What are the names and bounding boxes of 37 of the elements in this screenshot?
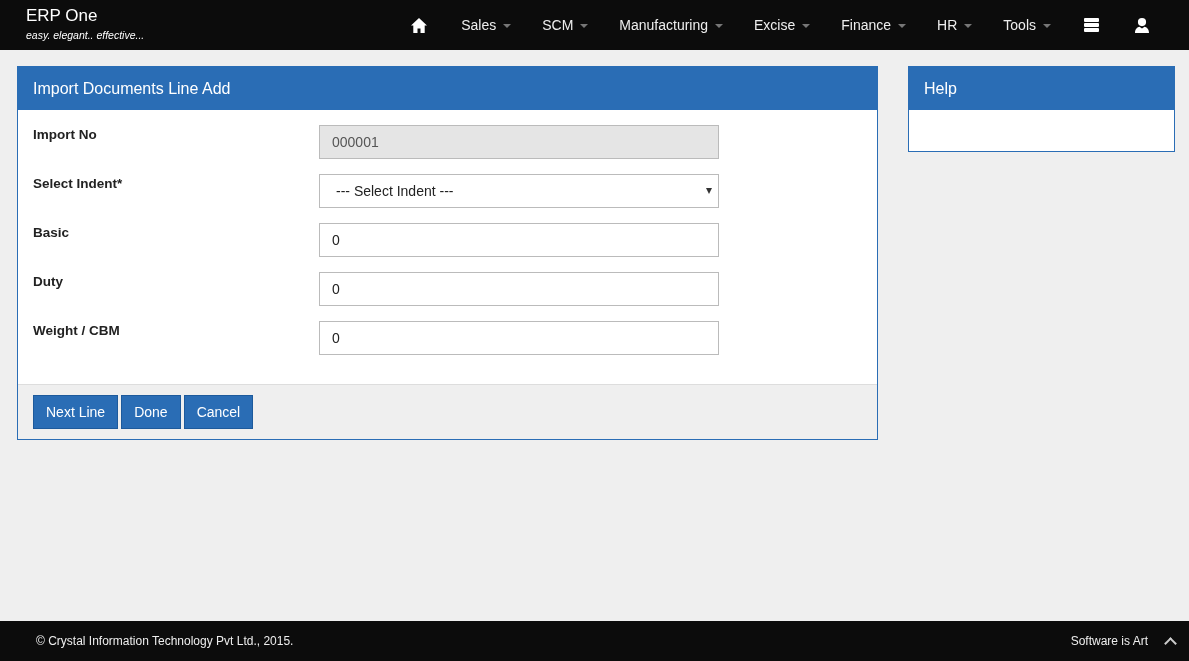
- field-label: Duty: [33, 273, 64, 291]
- caret-icon: [503, 24, 512, 29]
- nav-menu-link[interactable]: Manufacturing: [603, 17, 739, 33]
- caret-icon: [715, 24, 724, 29]
- server-icon[interactable]: [1084, 18, 1099, 32]
- form-button[interactable]: Cancel: [183, 395, 254, 429]
- nav-menu-link[interactable]: Finance: [825, 17, 922, 33]
- copyright-text: © Crystal Information Technology Pvt Ltd., 2015.: [36, 634, 295, 648]
- input-field[interactable]: 0: [319, 223, 719, 257]
- input-field[interactable]: 0: [319, 272, 719, 306]
- panel-title: Import Documents Line Add: [18, 67, 877, 110]
- caret-icon: [1043, 24, 1051, 29]
- caret-icon: [580, 24, 589, 29]
- field-label: Import No: [33, 126, 98, 144]
- nav-menu-link[interactable]: Sales: [445, 17, 527, 33]
- nav-menu-link[interactable]: SCM: [526, 17, 604, 33]
- user-icon[interactable]: [1135, 17, 1149, 33]
- select-dropdown[interactable]: --- Select Indent ---: [319, 174, 719, 208]
- brand-tagline: easy. elegant.. effective...: [26, 28, 146, 41]
- field-label: Weight / CBM: [33, 322, 121, 340]
- field-label: Select Indent*: [33, 175, 124, 193]
- input-field[interactable]: 0: [319, 321, 719, 355]
- caret-icon: [898, 24, 907, 29]
- nav-menu-link[interactable]: Excise: [738, 17, 826, 33]
- form-button[interactable]: Done: [121, 395, 181, 429]
- brand-title[interactable]: ERP One: [26, 5, 394, 26]
- panel-title: Help: [909, 67, 1174, 110]
- input-field: 000001: [319, 125, 719, 159]
- home-icon[interactable]: [411, 17, 428, 33]
- caret-icon: [964, 24, 973, 29]
- caret-icon: [706, 188, 712, 194]
- footer-tagline: Software is Art: [1070, 634, 1148, 648]
- caret-icon: [802, 24, 811, 29]
- form-button[interactable]: Next Line: [33, 395, 119, 429]
- nav-menu-link[interactable]: HR: [921, 17, 988, 33]
- field-label: Basic: [33, 224, 71, 242]
- nav-menu-link[interactable]: Tools: [987, 17, 1066, 33]
